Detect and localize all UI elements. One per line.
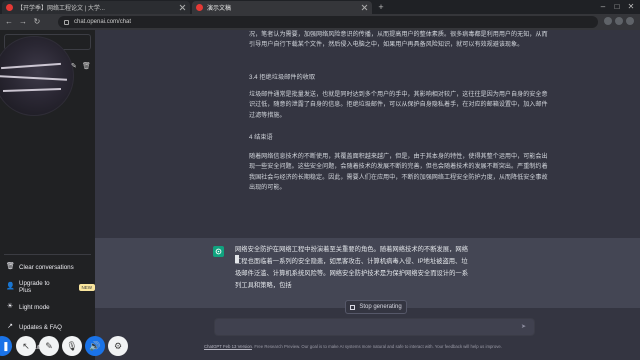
tab-paper[interactable]: 【开学季】网络工程论文 | 大学...: [2, 1, 190, 14]
typing-cursor: [235, 255, 239, 263]
chatgpt-logo-icon: [213, 246, 224, 257]
address-bar: ← → ↻ chat.openai.com/chat: [0, 14, 640, 30]
message-input[interactable]: [215, 323, 495, 339]
sidebar-item-upgrade[interactable]: 👤 Upgrade to Plus NEW: [0, 279, 95, 295]
sun-icon: ☀: [6, 303, 14, 310]
reload-icon[interactable]: ↻: [32, 17, 42, 27]
sidebar-item-light-mode[interactable]: ☀ Light mode: [0, 299, 95, 315]
mic-off-icon[interactable]: 🎙: [62, 336, 82, 356]
speaker-icon[interactable]: 🔊: [85, 336, 105, 356]
stop-label: Stop generating: [359, 304, 402, 310]
extension-area: [604, 17, 634, 27]
tab-favicon-icon: [6, 4, 13, 11]
tab-close-icon[interactable]: [361, 4, 368, 11]
menu-icon[interactable]: [626, 17, 634, 25]
message-paragraph: 随着网络信息技术的不断使用，其覆盖面积越来越广，但是，由于其本身的特性，使得其整…: [249, 153, 548, 192]
profile-icon[interactable]: [615, 17, 623, 25]
new-badge: NEW: [78, 283, 95, 291]
footer-disclaimer: ChatGPT Feb 13 Version. Free Research Pr…: [204, 344, 554, 349]
message-heading: 3.4 拒绝垃圾邮件的收取: [249, 74, 316, 81]
webcam-overlay: [0, 36, 74, 116]
maximize-icon[interactable]: □: [612, 2, 622, 12]
chat-input-box[interactable]: ➤: [214, 318, 535, 339]
minimize-icon[interactable]: –: [598, 2, 608, 12]
footer-text: . Free Research Preview. Our goal is to …: [251, 344, 502, 349]
tab-bar: 【开学季】网络工程论文 | 大学... 演示文稿 + – □ ✕: [0, 0, 640, 14]
pause-icon[interactable]: ❚❚: [0, 336, 12, 356]
sidebar: ✎ 🗑 🗑 Clear conversations 👤 Upgrade to P…: [0, 30, 95, 360]
stop-generating-button[interactable]: Stop generating: [345, 300, 407, 314]
new-tab-icon[interactable]: +: [376, 2, 386, 12]
send-icon[interactable]: ➤: [521, 324, 528, 331]
close-window-icon[interactable]: ✕: [626, 2, 636, 12]
tab-title: 演示文稿: [207, 6, 232, 12]
stop-icon: [350, 304, 356, 310]
message-paragraph: 垃圾邮件通常是批量发送，也就是同时达到多个用户的手中，其影响相对较广，这往往是因…: [249, 91, 548, 119]
sidebar-item-label: Clear conversations: [19, 263, 74, 271]
tab-close-icon[interactable]: [179, 4, 186, 11]
extension-icon[interactable]: [604, 17, 612, 25]
sidebar-item-clear[interactable]: 🗑 Clear conversations: [0, 259, 95, 275]
sidebar-item-label: Light mode: [19, 303, 50, 311]
forward-icon[interactable]: →: [18, 17, 28, 27]
url-text: chat.openai.com/chat: [74, 19, 132, 25]
trash-icon[interactable]: 🗑: [82, 63, 91, 71]
trash-icon: 🗑: [6, 263, 15, 270]
screen-tools-toolbar: ❚❚ ↖ ✎ 🎙 🔊 ⚙: [0, 334, 132, 358]
version-link[interactable]: ChatGPT Feb 13 Version: [204, 344, 252, 349]
edit-icon[interactable]: ✎: [71, 63, 79, 71]
sidebar-item-label: Updates & FAQ: [19, 323, 62, 331]
settings-icon[interactable]: ⚙: [108, 336, 128, 356]
lock-icon: [64, 19, 69, 25]
cursor-icon[interactable]: ↖: [16, 336, 36, 356]
url-field[interactable]: chat.openai.com/chat: [58, 16, 598, 28]
message-heading: 4 结束语: [249, 134, 273, 141]
browser-window: 【开学季】网络工程论文 | 大学... 演示文稿 + – □ ✕ ← → ↻ c…: [0, 0, 640, 360]
external-link-icon: ↗: [7, 323, 13, 330]
sidebar-item-label: Upgrade to Plus: [19, 280, 50, 294]
tab-favicon-icon: [196, 4, 203, 11]
message-paragraph: 况，笔者认为需要，加强网络风险意识的传播，从而提高用户的整体素质。很多病毒都是利…: [249, 31, 548, 49]
sidebar-divider: [4, 254, 91, 255]
pen-icon[interactable]: ✎: [39, 336, 59, 356]
user-icon: 👤: [6, 283, 15, 290]
sidebar-item-updates[interactable]: ↗ Updates & FAQ: [0, 319, 95, 335]
assistant-response-text: 网络安全防护在网络工程中扮演着至关重要的角色。随着网络技术的不断发展，网络工程也…: [235, 246, 468, 290]
tab-title: 【开学季】网络工程论文 | 大学...: [17, 6, 105, 12]
tab-slides[interactable]: 演示文稿: [192, 1, 372, 14]
back-icon[interactable]: ←: [4, 17, 14, 27]
